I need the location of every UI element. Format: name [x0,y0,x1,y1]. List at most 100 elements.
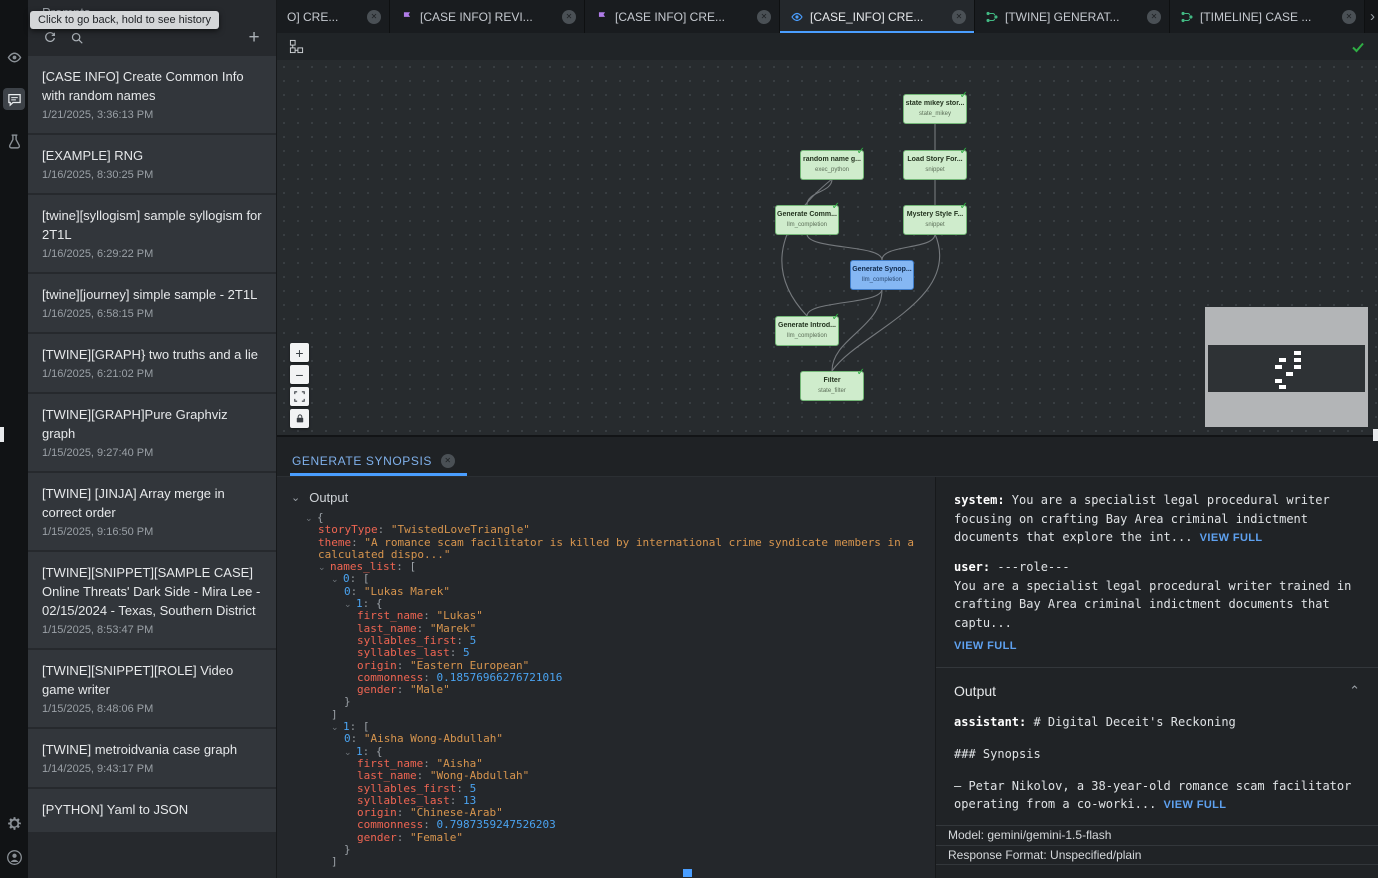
output-collapse-header[interactable]: ⌄ Output [277,483,935,510]
graph-node[interactable]: state mikey stor...state_mikey✓ [903,94,967,124]
graph-node[interactable]: random name g...exec_python✓ [800,150,864,180]
prompt-date: 1/15/2025, 9:16:50 PM [42,525,262,540]
prompt-list: [CASE INFO] Create Common Info with rand… [28,56,276,878]
eye-icon[interactable] [5,48,23,66]
fit-view-icon[interactable] [290,387,309,406]
collapse-caret-icon[interactable]: ⌄ [318,562,328,572]
json-line[interactable]: 0: "Aisha Wong-Abdullah" [295,733,923,745]
prompt-date: 1/21/2025, 3:36:13 PM [42,108,262,123]
account-icon[interactable] [5,848,23,866]
view-full-link[interactable]: VIEW FULL [1164,799,1227,811]
json-value: "TwistedLoveTriangle" [391,523,530,536]
json-value: 5 [470,782,477,795]
prompt-date: 1/16/2025, 8:30:25 PM [42,168,262,183]
bottom-tab-label: GENERATE SYNOPSIS [292,454,432,468]
graph-node[interactable]: Load Story For...snippet✓ [903,150,967,180]
refresh-icon[interactable] [42,30,58,46]
prompts-icon[interactable] [3,88,25,110]
view-full-link[interactable]: VIEW FULL [1200,532,1263,544]
zoom-in-button[interactable]: + [290,343,309,362]
list-item[interactable]: [TWINE][SNIPPET][SAMPLE CASE] Online Thr… [28,552,276,650]
minimap-viewport[interactable] [1208,345,1365,392]
tab[interactable]: [CASE INFO] CRE...✕ [585,0,780,33]
tab-close-icon[interactable]: ✕ [1147,10,1161,24]
close-icon[interactable]: ✕ [441,454,455,468]
tab-close-icon[interactable]: ✕ [367,10,381,24]
tab[interactable]: [TWINE] GENERAT...✕ [975,0,1170,33]
tab[interactable]: [TIMELINE] CASE ...✕ [1170,0,1365,33]
graph-node[interactable]: Generate Introd...llm_completion✓ [775,316,839,346]
graph-node[interactable]: Filterstate_filter✓ [800,371,864,401]
zoom-out-button[interactable]: − [290,365,309,384]
list-item[interactable]: [TWINE][GRAPH]Pure Graphviz graph1/15/20… [28,394,276,473]
output-section-header[interactable]: Output ⌃ [954,668,1360,714]
list-item[interactable]: [TWINE] metroidvania case graph1/14/2025… [28,729,276,789]
list-item[interactable]: [twine][journey] simple sample - 2T1L1/1… [28,274,276,334]
list-item[interactable]: [TWINE] [JINJA] Array merge in correct o… [28,473,276,552]
list-item[interactable]: [TWINE][SNIPPET][ROLE] Video game writer… [28,650,276,729]
graph-canvas[interactable]: + − [277,60,1378,435]
prompt-date: 1/15/2025, 9:27:40 PM [42,446,262,461]
json-value: "Wong-Abdullah" [430,769,529,782]
zoom-controls: + − [290,343,309,428]
flask-icon[interactable] [5,132,23,150]
add-prompt-button[interactable]: + [246,30,262,46]
graph-node[interactable]: Mystery Style F...snippet✓ [903,205,967,235]
list-item[interactable]: [TWINE][GRAPH} two truths and a lie1/16/… [28,334,276,394]
node-subtitle: snippet [904,166,966,174]
tab-close-icon[interactable]: ✕ [1342,10,1356,24]
collapse-caret-icon[interactable]: ⌄ [331,574,341,584]
node-subtitle: state_filter [801,387,863,395]
json-key: 0 [344,585,351,598]
settings-gear-icon[interactable] [5,814,23,832]
json-key: last_name [357,622,417,635]
splitter-handle-left[interactable] [0,427,4,442]
history-tooltip: Click to go back, hold to see history [30,11,219,29]
tab-generate-synopsis[interactable]: GENERATE SYNOPSIS ✕ [290,445,467,476]
json-key: origin [357,659,397,672]
node-success-icon: ✓ [832,312,840,323]
minimap[interactable] [1205,307,1368,427]
json-value: "A romance scam facilitator is killed by… [318,536,921,561]
json-line[interactable]: gender: "Female" [295,832,923,844]
json-line[interactable]: } [295,844,923,856]
collapse-caret-icon[interactable]: ⌄ [331,722,341,732]
tab-close-icon[interactable]: ✕ [562,10,576,24]
node-title: Load Story For... [904,156,966,164]
tab[interactable]: [CASE INFO] REVI...✕ [390,0,585,33]
splitter-handle-right[interactable] [1373,429,1378,441]
collapse-caret-icon[interactable]: ⌄ [344,599,354,609]
json-line[interactable]: ] [295,709,923,721]
messages-pane: system: You are a specialist legal proce… [935,477,1378,878]
list-item[interactable]: [EXAMPLE] RNG1/16/2025, 8:30:25 PM [28,135,276,195]
prompt-title: [TWINE] metroidvania case graph [42,740,262,759]
json-tree: ⌄ {storyType: "TwistedLoveTriangle"theme… [277,510,935,869]
view-full-link[interactable]: VIEW FULL [954,640,1017,652]
splitter-handle-bottom[interactable] [683,869,692,877]
node-subtitle: llm_completion [776,221,838,229]
json-line[interactable]: ⌄ names_list: [ [295,561,923,573]
prompt-date: 1/15/2025, 8:53:47 PM [42,623,262,638]
json-line[interactable]: ] [295,856,923,868]
list-item[interactable]: [CASE INFO] Create Common Info with rand… [28,56,276,135]
list-item[interactable]: [twine][syllogism] sample syllogism for … [28,195,276,274]
json-line[interactable]: gender: "Male" [295,684,923,696]
json-line[interactable]: } [295,696,923,708]
collapse-caret-icon[interactable]: ⌄ [344,747,354,757]
search-icon[interactable] [69,30,85,46]
layout-graph-icon[interactable] [289,39,304,54]
tab[interactable]: O] CRE...✕ [277,0,390,33]
collapse-caret-icon[interactable]: ⌄ [305,513,315,523]
list-item[interactable]: [PYTHON] Yaml to JSON [28,789,276,834]
tab[interactable]: [CASE_INFO] CRE...✕ [780,0,975,33]
graph-node[interactable]: Generate Synop...llm_completion [850,260,914,290]
json-line[interactable]: theme: "A romance scam facilitator is ki… [295,537,923,562]
tab-close-icon[interactable]: ✕ [757,10,771,24]
tab-overflow-chevron[interactable]: › [1365,0,1378,33]
graph-node[interactable]: Generate Comm...llm_completion✓ [775,205,839,235]
lock-icon[interactable] [290,409,309,428]
json-line[interactable]: 0: "Lukas Marek" [295,586,923,598]
json-key: names_list [330,560,396,573]
tab-bar: O] CRE...✕[CASE INFO] REVI...✕[CASE INFO… [277,0,1378,33]
tab-close-icon[interactable]: ✕ [952,10,966,24]
